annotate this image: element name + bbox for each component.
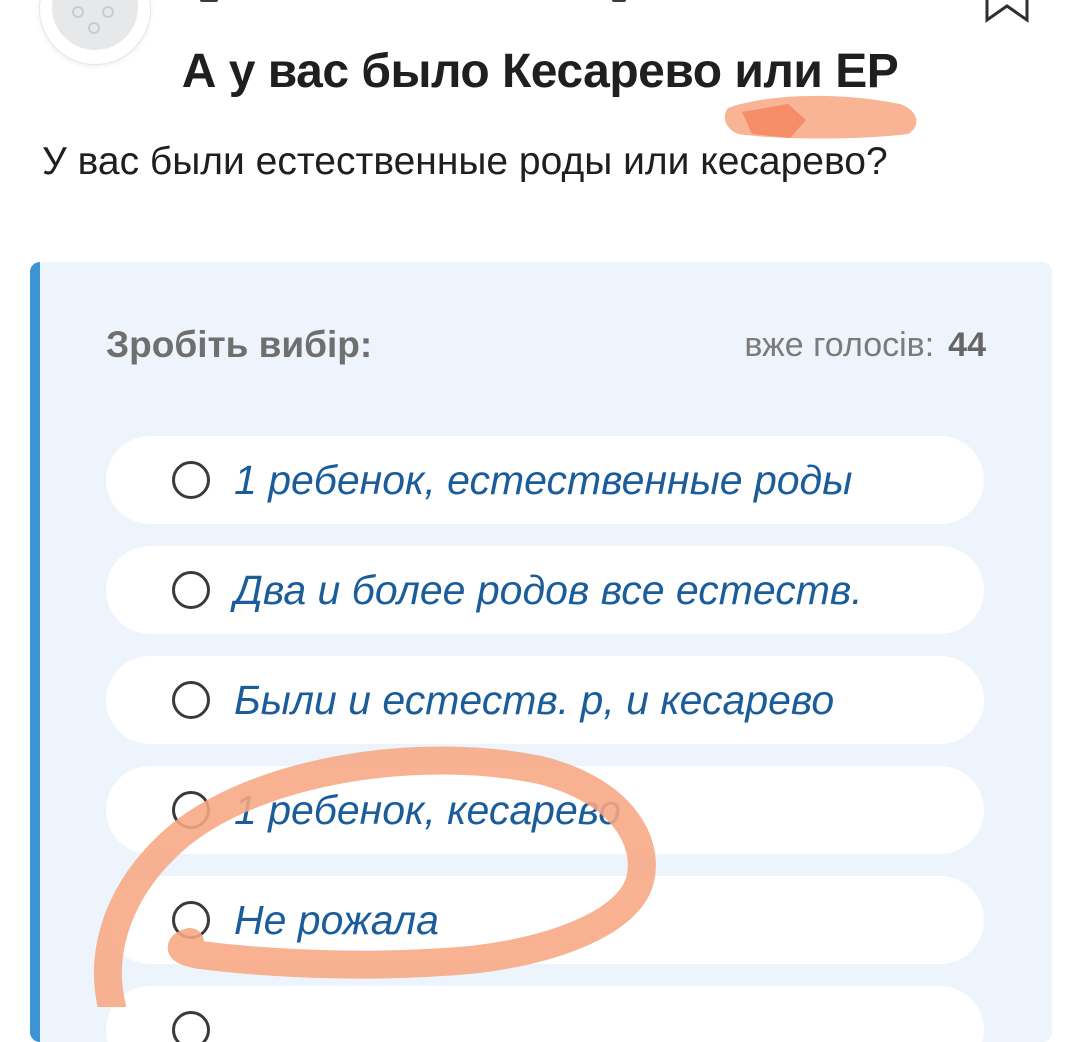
highlighter-blob-title (742, 104, 806, 138)
poll-option-label: 1 ребенок, кесарево (234, 786, 622, 833)
radio-unchecked-icon[interactable] (172, 901, 210, 939)
poll-option-label: Не рожала (234, 896, 439, 943)
poll-option[interactable]: Были и естеств. р, и кесарево (106, 656, 984, 744)
poll-option[interactable]: Не рожала (106, 876, 984, 964)
poll-card: Зробіть вибір: вже голосів: 44 1 ребенок,… (30, 262, 1052, 1042)
poll-option[interactable]: 1 ребенок, кесарево (106, 766, 984, 854)
poll-vote-counter: вже голосів: 44 (744, 326, 986, 365)
radio-unchecked-icon[interactable] (172, 791, 210, 829)
radio-unchecked-icon[interactable] (172, 1011, 210, 1042)
author-name-fragment (200, 0, 218, 2)
poll-option[interactable]: Два и более родов все естеств. (106, 546, 984, 634)
bookmark-icon[interactable] (984, 0, 1030, 24)
poll-option-label: 1 ребенок, естественные роды (234, 456, 853, 503)
poll-option[interactable]: 1 ребенок, естественные роды (106, 436, 984, 524)
poll-option-label: Два и более родов все естеств. (234, 566, 863, 613)
poll-option[interactable] (106, 986, 984, 1042)
poll-prompt: Зробіть вибір: (106, 324, 373, 365)
poll-accent-bar (30, 262, 40, 1042)
highlighter-stroke-title (724, 95, 917, 139)
radio-unchecked-icon[interactable] (172, 681, 210, 719)
votes-label: вже голосів: (744, 326, 935, 364)
post-question: У вас были естественные роды или кесарев… (42, 140, 888, 183)
poll-option-label: Были и естеств. р, и кесарево (234, 676, 835, 723)
post-title: А у вас было Кесарево или ЕР (181, 45, 899, 98)
votes-count: 44 (948, 326, 986, 364)
radio-unchecked-icon[interactable] (172, 571, 210, 609)
radio-unchecked-icon[interactable] (172, 461, 210, 499)
author-meta-fragment (612, 0, 626, 2)
avatar-placeholder-icon (52, 0, 138, 50)
